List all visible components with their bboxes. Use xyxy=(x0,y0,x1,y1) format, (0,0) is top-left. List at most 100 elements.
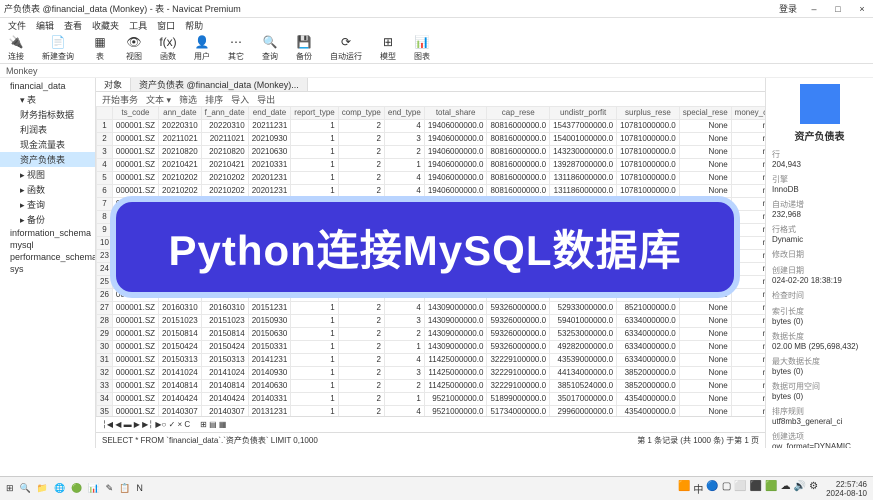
table-row[interactable]: 33000001.SZ20140814201408142014063012211… xyxy=(97,380,766,393)
table-row[interactable]: 28000001.SZ20151023201510232015093012314… xyxy=(97,315,766,328)
menu-文件[interactable]: 文件 xyxy=(8,19,26,32)
action-文本 ▾[interactable]: 文本 ▾ xyxy=(146,93,171,106)
tool-用户[interactable]: 👤用户 xyxy=(194,34,210,62)
table-row[interactable]: 34000001.SZ20140424201404242014033112195… xyxy=(97,393,766,406)
table-row[interactable]: 5000001.SZ202102022021020220201231124194… xyxy=(97,172,766,185)
taskbar-app[interactable]: 🌐 xyxy=(54,483,65,494)
action-导出[interactable]: 导出 xyxy=(257,93,275,106)
nav-财务指标数据[interactable]: 财务指标数据 xyxy=(0,107,95,122)
table-row[interactable]: 27000001.SZ20160310201603102015123112414… xyxy=(97,302,766,315)
tray-icon[interactable]: ⬜ xyxy=(734,481,746,496)
tray-icon[interactable]: 🟧 xyxy=(678,481,690,496)
nav-利润表[interactable]: 利润表 xyxy=(0,122,95,137)
menu-帮助[interactable]: 帮助 xyxy=(185,19,203,32)
table-row[interactable]: 29000001.SZ20150814201508142015063012214… xyxy=(97,328,766,341)
col-end_type[interactable]: end_type xyxy=(384,107,424,120)
col-money_cap[interactable]: money_cap xyxy=(731,107,765,120)
nav-performance_schema[interactable]: performance_schema xyxy=(0,251,95,263)
action-导入[interactable]: 导入 xyxy=(231,93,249,106)
tool-函数[interactable]: f(x)函数 xyxy=(160,34,176,62)
taskbar-app[interactable]: N xyxy=(136,483,143,494)
col-undistr_porfit[interactable]: undistr_porfit xyxy=(550,107,617,120)
table-row[interactable]: 1000001.SZ202203102022031020211231124194… xyxy=(97,120,766,133)
menu-查看[interactable]: 查看 xyxy=(64,19,82,32)
tool-备份[interactable]: 💾备份 xyxy=(296,34,312,62)
nav-mysql[interactable]: mysql xyxy=(0,239,95,251)
taskbar-app[interactable]: 🟢 xyxy=(71,483,82,494)
table-row[interactable]: 30000001.SZ20150424201504242015033112114… xyxy=(97,341,766,354)
action-开始事务[interactable]: 开始事务 xyxy=(102,93,138,106)
tray-icon[interactable]: ⬛ xyxy=(750,481,762,496)
table-row[interactable]: 35000001.SZ20140307201403072013123112495… xyxy=(97,406,766,417)
prop-key: 引擎 xyxy=(772,174,867,185)
tool-视图[interactable]: 👁视图 xyxy=(126,34,142,62)
tray-icon[interactable]: ▢ xyxy=(722,481,731,496)
tool-模型[interactable]: ⊞模型 xyxy=(380,34,396,62)
minimize-button[interactable]: – xyxy=(807,4,821,14)
nav-▸ 备份[interactable]: ▸ 备份 xyxy=(0,212,95,227)
prop-val: ow_format=DYNAMIC xyxy=(772,442,867,448)
nav-controls[interactable]: ╎◀ ◀ ▬ ▶ ▶╎ ▶○ ✓ × C xyxy=(102,420,190,429)
table-row[interactable]: 4000001.SZ202104212021042120210331121194… xyxy=(97,159,766,172)
tool-查询[interactable]: 🔍查询 xyxy=(262,34,278,62)
tool-连接[interactable]: 🔌连接 xyxy=(8,34,24,62)
action-排序[interactable]: 排序 xyxy=(205,93,223,106)
col-end_date[interactable]: end_date xyxy=(248,107,291,120)
col-total_share[interactable]: total_share xyxy=(424,107,487,120)
menu-编辑[interactable]: 编辑 xyxy=(36,19,54,32)
menu-窗口[interactable]: 窗口 xyxy=(157,19,175,32)
nav-sys[interactable]: sys xyxy=(0,263,95,275)
taskbar-app[interactable]: 📁 xyxy=(37,483,48,494)
action-筛选[interactable]: 筛选 xyxy=(179,93,197,106)
tray-icon[interactable]: 🔵 xyxy=(706,481,718,496)
nav-现金流量表[interactable]: 现金流量表 xyxy=(0,137,95,152)
nav-▸ 函数[interactable]: ▸ 函数 xyxy=(0,182,95,197)
col-[interactable] xyxy=(97,107,113,120)
table-row[interactable]: 31000001.SZ20150313201503132014123112411… xyxy=(97,354,766,367)
col-ts_code[interactable]: ts_code xyxy=(112,107,158,120)
tray-icon[interactable]: 🟩 xyxy=(765,481,777,496)
table-row[interactable]: 3000001.SZ202108202021082020210630122194… xyxy=(97,146,766,159)
nav-▾ 表[interactable]: ▾ 表 xyxy=(0,92,95,107)
login-link[interactable]: 登录 xyxy=(779,2,797,15)
tool-图表[interactable]: 📊图表 xyxy=(414,34,430,62)
tab-1[interactable]: 资产负债表 @financial_data (Monkey)... xyxy=(131,78,308,91)
col-special_rese[interactable]: special_rese xyxy=(679,107,731,120)
taskbar-app[interactable]: 📋 xyxy=(119,483,130,494)
close-button[interactable]: × xyxy=(855,4,869,14)
os-taskbar[interactable]: ⊞🔍📁🌐🟢📊✎📋N 🟧中🔵▢⬜⬛🟩☁🔊⚙ 22:57:46 2024-08-10 xyxy=(0,476,873,500)
taskbar-app[interactable]: ✎ xyxy=(106,483,114,494)
模型-icon: ⊞ xyxy=(380,34,396,50)
tray-icon[interactable]: ☁ xyxy=(781,481,791,496)
taskbar-app[interactable]: 🔍 xyxy=(20,483,31,494)
col-ann_date[interactable]: ann_date xyxy=(159,107,202,120)
tray-icon[interactable]: 中 xyxy=(693,481,703,496)
tool-表[interactable]: ▦表 xyxy=(92,34,108,62)
nav-▸ 查询[interactable]: ▸ 查询 xyxy=(0,197,95,212)
col-cap_rese[interactable]: cap_rese xyxy=(487,107,550,120)
图表-icon: 📊 xyxy=(414,34,430,50)
taskbar-app[interactable]: ⊞ xyxy=(6,483,14,494)
taskbar-app[interactable]: 📊 xyxy=(88,483,99,494)
col-report_type[interactable]: report_type xyxy=(291,107,338,120)
tool-自动运行[interactable]: ⟳自动运行 xyxy=(330,34,362,62)
nav-资产负债表[interactable]: 资产负债表 xyxy=(0,152,95,167)
grid-modes[interactable]: ⊞ ▤ ▦ xyxy=(200,420,226,429)
连接-icon: 🔌 xyxy=(8,34,24,50)
nav-▸ 视图[interactable]: ▸ 视图 xyxy=(0,167,95,182)
tool-其它[interactable]: ⋯其它 xyxy=(228,34,244,62)
col-f_ann_date[interactable]: f_ann_date xyxy=(201,107,248,120)
table-row[interactable]: 2000001.SZ202110212021102120210930123194… xyxy=(97,133,766,146)
maximize-button[interactable]: □ xyxy=(831,4,845,14)
col-surplus_rese[interactable]: surplus_rese xyxy=(617,107,680,120)
nav-information_schema[interactable]: information_schema xyxy=(0,227,95,239)
tab-0[interactable]: 对象 xyxy=(96,78,131,91)
menu-收藏夹[interactable]: 收藏夹 xyxy=(92,19,119,32)
tray-icon[interactable]: ⚙ xyxy=(809,481,818,496)
table-row[interactable]: 32000001.SZ20141024201410242014093012311… xyxy=(97,367,766,380)
nav-financial_data[interactable]: financial_data xyxy=(0,80,95,92)
tool-新建查询[interactable]: 📄新建查询 xyxy=(42,34,74,62)
tray-icon[interactable]: 🔊 xyxy=(794,481,806,496)
col-comp_type[interactable]: comp_type xyxy=(338,107,384,120)
menu-工具[interactable]: 工具 xyxy=(129,19,147,32)
